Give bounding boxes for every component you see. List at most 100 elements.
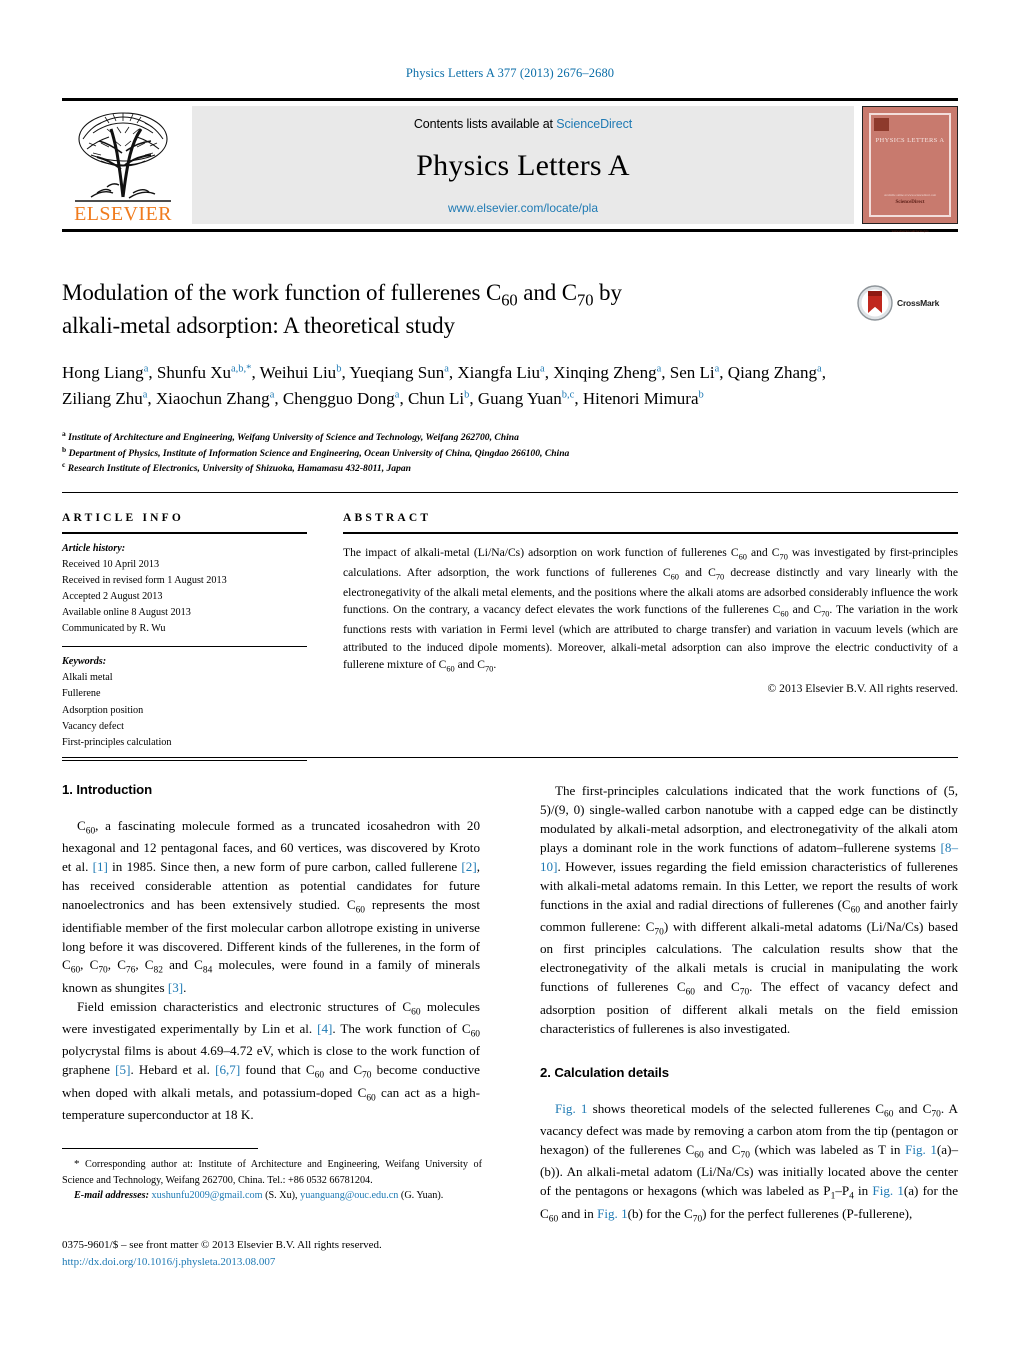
fullerene-formula: C70 bbox=[922, 1100, 941, 1120]
fullerene-formula: C70 bbox=[684, 1205, 703, 1225]
keywords-group: Keywords: Alkali metal Fullerene Adsorptio… bbox=[62, 654, 307, 751]
cover-footer-small: Available online at www.sciencedirect.co… bbox=[884, 193, 936, 197]
title-part-1: Modulation of the work function of fulle… bbox=[62, 280, 502, 305]
fullerene-formula: C70 bbox=[645, 919, 664, 938]
position-label: P1 bbox=[823, 1183, 836, 1202]
author-affiliation-mark: a bbox=[656, 363, 662, 375]
formula-subscript: 70 bbox=[821, 609, 830, 619]
author-list: Hong Lianga, Shunfu Xua,b,*, Weihui Liub… bbox=[62, 363, 826, 408]
abstract-text: The impact of alkali-metal (Li/Na/Cs) ad… bbox=[343, 545, 958, 674]
figure-link[interactable]: Fig. 1 bbox=[872, 1183, 903, 1198]
fullerene-formula: C60 bbox=[357, 1084, 376, 1104]
fullerene-formula: C60 bbox=[676, 979, 696, 999]
article-history-item: Available online 8 August 2013 bbox=[62, 607, 191, 619]
fullerene-formula: C60 bbox=[305, 1062, 325, 1081]
formula-subscript: 60 bbox=[85, 826, 96, 837]
body-column-left: 1. Introduction C60, a fascinating molec… bbox=[62, 782, 480, 1125]
formula-subscript: 70 bbox=[654, 927, 664, 938]
body-column-right: The first-principles calculations indica… bbox=[540, 782, 958, 1227]
citation-link[interactable]: [6,7] bbox=[215, 1062, 240, 1077]
citation-link[interactable]: [4] bbox=[317, 1021, 332, 1036]
cover-title: PHYSICS LETTERS A bbox=[875, 137, 945, 144]
fullerene-formula: C70 bbox=[731, 979, 750, 999]
keywords-rule-bottom bbox=[62, 759, 307, 761]
contents-prefix: Contents lists available at bbox=[413, 117, 557, 131]
citation-link[interactable]: [1] bbox=[93, 859, 108, 874]
keywords-rule-top bbox=[62, 646, 307, 648]
abstract-copyright: © 2013 Elsevier B.V. All rights reserved… bbox=[767, 682, 958, 696]
formula-subscript: 60 bbox=[685, 988, 696, 999]
article-history-item: Received in revised form 1 August 2013 bbox=[62, 574, 227, 586]
fullerene-formula: C60 bbox=[346, 897, 366, 916]
formula-subscript: 70 bbox=[98, 966, 108, 977]
fullerene-formula: C60 bbox=[662, 565, 679, 581]
fullerene-formula: C84 bbox=[194, 957, 213, 977]
formula-subscript: 84 bbox=[202, 966, 213, 977]
abstract-rule bbox=[343, 532, 958, 534]
author-name: Yueqiang Sun bbox=[349, 363, 445, 382]
sciencedirect-link[interactable]: ScienceDirect bbox=[556, 117, 632, 131]
article-page: Physics Letters A 377 (2013) 2676–2680 E… bbox=[0, 0, 1020, 1351]
citation-link[interactable]: [5] bbox=[115, 1062, 130, 1077]
crossmark-label: CrossMark bbox=[897, 298, 940, 308]
author-name: Chengguo Dong bbox=[282, 388, 395, 408]
fullerene-formula: C60 bbox=[772, 603, 789, 619]
position-subscript: 4 bbox=[849, 1191, 854, 1202]
fullerene-formula: C70 bbox=[477, 658, 494, 674]
elsevier-logo: ELSEVIER bbox=[62, 106, 184, 224]
formula-subscript: 60 bbox=[738, 551, 747, 561]
intro-paragraph-3: The first-principles calculations indica… bbox=[540, 783, 958, 1036]
corresponding-author-text: Corresponding author at: Institute of Ar… bbox=[62, 1159, 483, 1186]
fullerene-formula: C70 bbox=[771, 545, 788, 561]
author-affiliation-mark: a bbox=[714, 363, 720, 375]
fullerene-formula: C70 bbox=[353, 1062, 372, 1081]
position-subscript: 1 bbox=[830, 1191, 836, 1202]
author-name: Sen Li bbox=[669, 363, 715, 382]
citation-link[interactable]: [8–10] bbox=[540, 840, 958, 874]
title-part-2: and C bbox=[517, 280, 578, 305]
doi-link[interactable]: http://dx.doi.org/10.1016/j.physleta.201… bbox=[62, 1254, 522, 1271]
formula-subscript: 70 bbox=[931, 1109, 941, 1120]
keyword-item: Adsorption position bbox=[62, 704, 144, 716]
journal-cover-thumbnail: PHYSICS LETTERS A Available online at ww… bbox=[862, 106, 958, 233]
author-affiliation-mark: a bbox=[540, 363, 545, 375]
fullerene-formula: C70 bbox=[731, 1141, 750, 1161]
email-link-2[interactable]: yuanguang@ouc.edu.cn bbox=[300, 1190, 398, 1201]
journal-homepage-link[interactable]: www.elsevier.com/locate/pla bbox=[448, 201, 598, 215]
formula-subscript: 60 bbox=[670, 571, 679, 581]
figure-link[interactable]: Fig. 1 bbox=[597, 1206, 628, 1221]
figure-link[interactable]: Fig. 1 bbox=[905, 1142, 937, 1157]
author-affiliation-mark: b bbox=[464, 388, 470, 400]
author-affiliation-mark: a bbox=[394, 388, 400, 400]
affiliation-item: c Research Institute of Electronics, Uni… bbox=[62, 459, 412, 475]
formula-subscript: 60 bbox=[694, 1150, 704, 1161]
author-affiliation-mark: a bbox=[444, 363, 449, 375]
email-owner-2: (G. Yuan). bbox=[400, 1190, 444, 1202]
abstract-column: ABSTRACT The impact of alkali-metal (Li/… bbox=[343, 512, 958, 695]
fullerene-formula: C60 bbox=[77, 818, 96, 837]
formula-subscript: 70 bbox=[779, 551, 788, 561]
formula-subscript: 60 bbox=[355, 905, 366, 916]
title-sub-60: 60 bbox=[501, 290, 518, 310]
position-label: P4 bbox=[841, 1183, 854, 1202]
email-note: E-mail addresses: xushunfu2009@gmail.com… bbox=[62, 1188, 482, 1204]
keyword-item: First-principles calculation bbox=[62, 736, 172, 748]
email-link-1[interactable]: xushunfu2009@gmail.com bbox=[152, 1190, 263, 1201]
running-head: Physics Letters A 377 (2013) 2676–2680 bbox=[405, 66, 615, 80]
citation-link[interactable]: [2] bbox=[461, 859, 476, 874]
author-affiliation-mark: a bbox=[817, 363, 822, 375]
crossmark-badge[interactable]: CrossMark bbox=[857, 283, 961, 323]
formula-subscript: 70 bbox=[362, 1070, 372, 1081]
contents-available-line: Contents lists available at ScienceDirec… bbox=[414, 117, 632, 131]
figure-link[interactable]: Fig. 1 bbox=[555, 1101, 587, 1116]
calc-paragraph-1: Fig. 1 shows theoretical models of the s… bbox=[540, 1100, 959, 1225]
article-info-heading: ARTICLE INFO bbox=[62, 512, 185, 524]
title-sub-70: 70 bbox=[577, 290, 594, 310]
fullerene-formula: C60 bbox=[402, 998, 421, 1018]
asterisk-icon: * bbox=[74, 1158, 80, 1170]
author-affiliation-mark: a bbox=[143, 363, 149, 375]
cover-mini-logo-icon bbox=[874, 118, 889, 131]
author-name: Xinqing Zheng bbox=[553, 363, 657, 382]
citation-link[interactable]: [3] bbox=[168, 980, 183, 995]
affiliation-mark: b bbox=[62, 444, 67, 454]
